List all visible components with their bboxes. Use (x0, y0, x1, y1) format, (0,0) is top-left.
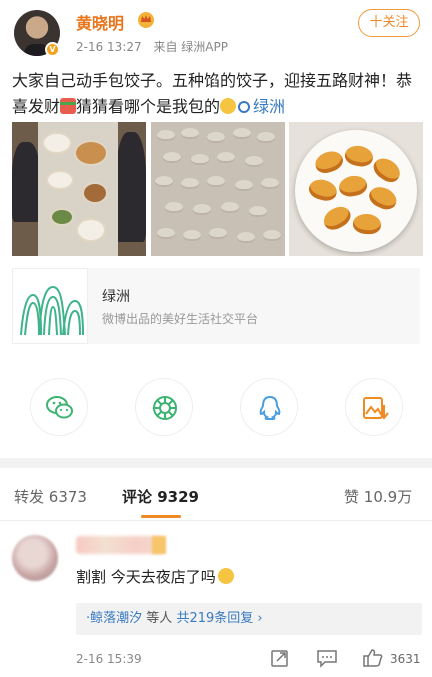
username[interactable]: 黄晓明 (76, 10, 124, 34)
dumpling-shape (217, 152, 235, 163)
share-moments-button[interactable] (135, 378, 193, 436)
tab-repost-count: 6373 (48, 488, 87, 506)
follow-button[interactable]: 十关注 (358, 9, 420, 37)
post-meta: 2-16 13:27 来自 绿洲APP (76, 38, 236, 55)
plate-shape (76, 218, 106, 242)
reply-mid-text: 等人 (146, 611, 173, 626)
active-tab-indicator (141, 515, 181, 518)
save-image-icon (363, 397, 389, 420)
oasis-app-card[interactable]: 绿洲 微博出品的美好生活社交平台 (12, 268, 420, 344)
share-save-image-button[interactable] (345, 378, 403, 436)
dumpling-shape (191, 154, 209, 165)
dumpling-shape (157, 228, 175, 239)
tab-comments-count: 9329 (157, 488, 199, 506)
dumpling-shape (157, 130, 175, 141)
dumpling-shape (209, 228, 227, 239)
repost-comment-icon[interactable] (270, 648, 290, 668)
reply-users[interactable]: ·鲸落潮汐 (86, 611, 142, 626)
plate-shape (50, 208, 74, 226)
plate-shape (46, 170, 74, 190)
gift-emoji-icon (60, 98, 77, 114)
dumpling-shape (249, 206, 267, 217)
verified-badge-icon: V (45, 42, 60, 57)
moments-icon (153, 396, 177, 420)
dumpling-shape (207, 176, 225, 187)
dumpling-shape (257, 132, 275, 143)
dumpling-shape (183, 230, 201, 241)
post-time: 2-16 13:27 (76, 40, 142, 54)
post-image-fried-dumplings[interactable] (289, 122, 423, 256)
tab-likes-count: 10.9万 (363, 488, 413, 506)
crown-icon (138, 12, 154, 28)
person-shape (12, 142, 40, 222)
post-text-part2: 猜猜看哪个是我包的 (76, 97, 221, 116)
post-image-family-table[interactable] (12, 122, 146, 256)
share-wechat-button[interactable] (30, 378, 88, 436)
tab-repost-label: 转发 (14, 488, 45, 506)
comment-replies-box[interactable]: ·鲸落潮汐 等人 共219条回复 › (76, 603, 422, 635)
reply-count-link[interactable]: 共219条回复 › (176, 611, 262, 626)
dumpling-shape (235, 180, 253, 191)
card-title: 绿洲 (102, 289, 130, 305)
post-image-dumplings-tray[interactable] (151, 122, 285, 256)
section-divider (0, 458, 432, 468)
tab-likes-label: 赞 (344, 488, 360, 506)
dumpling-shape (233, 128, 251, 139)
tab-repost[interactable]: 转发 6373 (14, 486, 87, 507)
wechat-icon (46, 396, 73, 419)
dumpling-shape (155, 176, 173, 187)
dumpling-shape (221, 202, 239, 213)
like-thumb-icon[interactable] (362, 648, 384, 668)
plate-shape (74, 140, 108, 166)
dumpling-shape (181, 178, 199, 189)
plate-shape (82, 182, 108, 204)
tab-likes[interactable]: 赞 10.9万 (344, 486, 412, 507)
commenter-badge-icon (152, 536, 166, 554)
dumpling-shape (263, 230, 281, 241)
comment-text: 割割 今天去夜店了吗 (76, 566, 234, 587)
oasis-logo-icon (12, 268, 88, 344)
post-text: 大家自己动手包饺子。五种馅的饺子，迎接五路财神！恭喜发财 猜猜看哪个是我包的 绿洲 (12, 68, 424, 120)
comment-text-body: 割割 今天去夜店了吗 (76, 568, 216, 586)
oasis-link-label: 绿洲 (253, 97, 286, 116)
tab-comments[interactable]: 评论 9329 (122, 486, 199, 507)
laugh-emoji-icon (217, 568, 234, 584)
dumpling-shape (165, 202, 183, 213)
dumpling-shape (245, 156, 263, 167)
post-source[interactable]: 来自 绿洲APP (153, 40, 228, 54)
card-subtitle: 微博出品的美好生活社交平台 (102, 312, 259, 326)
comment-like-count: 3631 (390, 652, 421, 666)
smile-emoji-icon (220, 98, 237, 114)
dumpling-shape (181, 128, 199, 139)
dumpling-shape (237, 232, 255, 243)
tab-comments-label: 评论 (122, 488, 153, 506)
qq-icon (259, 395, 281, 420)
commenter-name-blurred[interactable] (76, 536, 164, 554)
dumpling-shape (163, 152, 181, 163)
oasis-link[interactable]: 绿洲 (235, 97, 286, 116)
comment-time: 2-16 15:39 (76, 652, 142, 666)
dumpling-shape (261, 178, 279, 189)
person-shape (116, 132, 146, 242)
post-header: V 黄晓明 2-16 13:27 来自 绿洲APP 十关注 (0, 0, 432, 62)
link-icon (235, 98, 253, 116)
dumpling-shape (207, 132, 225, 143)
plate-shape (42, 132, 72, 154)
dumpling-shape (193, 204, 211, 215)
tab-bottom-border (0, 520, 432, 521)
share-qq-button[interactable] (240, 378, 298, 436)
reply-comment-icon[interactable] (316, 648, 338, 668)
commenter-avatar[interactable] (12, 535, 58, 581)
